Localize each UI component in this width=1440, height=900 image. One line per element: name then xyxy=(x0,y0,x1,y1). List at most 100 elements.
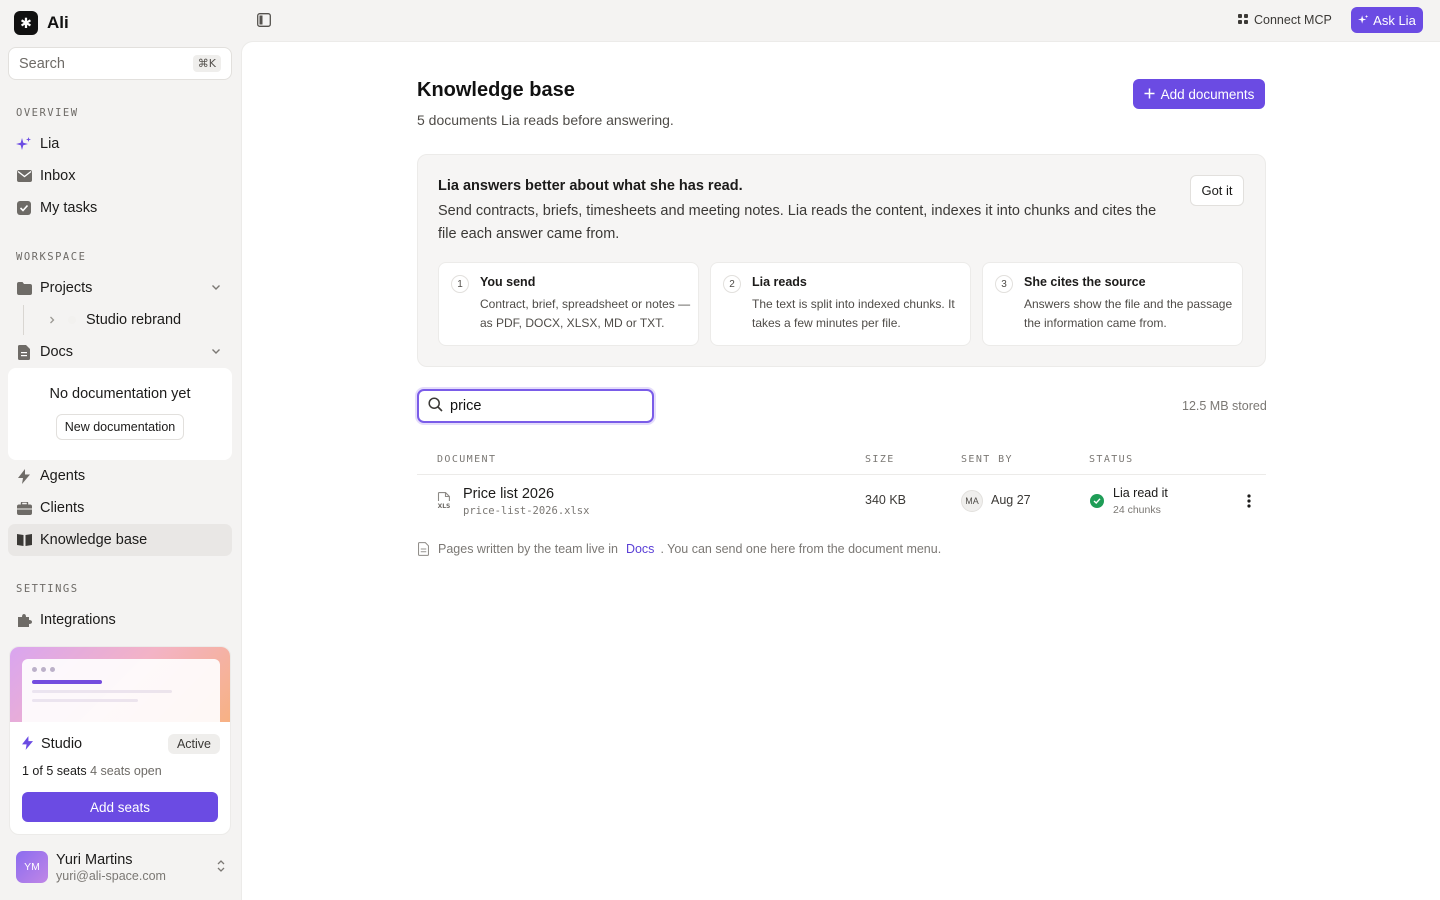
chevron-right-icon[interactable] xyxy=(44,312,60,328)
new-documentation-button[interactable]: New documentation xyxy=(55,414,185,440)
step-card: 1 You send Contract, brief, spreadsheet … xyxy=(438,262,699,346)
plan-seats: 1 of 5 seats 4 seats open xyxy=(22,764,162,778)
add-documents-button[interactable]: Add documents xyxy=(1133,79,1265,109)
step-card: 3 She cites the source Answers show the … xyxy=(982,262,1243,346)
seats-open: 4 seats open xyxy=(90,764,162,778)
docs-empty-state: No documentation yet New documentation xyxy=(8,368,232,460)
plan-status-badge: Active xyxy=(167,734,220,754)
sidebar-item-lia[interactable]: Lia xyxy=(8,128,232,160)
add-seats-button[interactable]: Add seats xyxy=(22,792,218,822)
app-logo-icon: ✱ xyxy=(14,11,38,35)
table-row[interactable]: XLS Price list 2026 price-list-2026.xlsx… xyxy=(417,476,1266,526)
bolt-icon xyxy=(22,735,33,753)
step-title: She cites the source xyxy=(1024,275,1146,289)
status-text: Lia read it xyxy=(1113,486,1168,500)
storage-used: 12.5 MB stored xyxy=(1182,399,1267,413)
sidebar-item-inbox[interactable]: Inbox xyxy=(8,160,232,192)
mail-icon xyxy=(16,168,32,184)
sidebar-item-label: Inbox xyxy=(40,168,76,184)
chevron-down-icon[interactable] xyxy=(210,281,222,297)
plan-card: Studio Active 1 of 5 seats 4 seats open … xyxy=(9,646,231,835)
step-number: 3 xyxy=(995,275,1013,293)
plus-icon xyxy=(1144,87,1155,102)
grid-icon xyxy=(1238,13,1248,27)
sidebar-item-knowledge-base[interactable]: Knowledge base xyxy=(8,524,232,556)
tree-line xyxy=(23,305,24,335)
sidebar-item-studio-rebrand[interactable]: Studio rebrand xyxy=(36,304,232,336)
search-input[interactable]: Search ⌘K xyxy=(8,47,232,80)
document-icon xyxy=(16,344,32,360)
svg-text:XLS: XLS xyxy=(438,503,451,509)
sidebar-item-projects[interactable]: Projects xyxy=(8,272,232,304)
section-label-settings: SETTINGS xyxy=(16,583,79,595)
docs-hint: Pages written by the team live in Docs .… xyxy=(418,542,941,556)
more-vertical-icon[interactable] xyxy=(1243,492,1255,510)
column-header-status[interactable]: STATUS xyxy=(1089,454,1134,465)
add-documents-label: Add documents xyxy=(1160,86,1255,102)
sidebar-item-agents[interactable]: Agents xyxy=(8,460,232,492)
sparkle-icon xyxy=(1358,13,1369,28)
onboarding-card: Lia answers better about what she has re… xyxy=(417,154,1266,367)
table-header: DOCUMENT SIZE SENT BY STATUS xyxy=(417,452,1266,475)
user-menu[interactable]: YM Yuri Martins yuri@ali-space.com xyxy=(16,851,226,883)
sidebar-item-label: Studio rebrand xyxy=(86,312,182,328)
search-placeholder: Search xyxy=(19,55,65,72)
main-content: Knowledge base 5 documents Lia reads bef… xyxy=(241,41,1440,900)
folder-icon xyxy=(16,280,32,296)
sidebar-item-clients[interactable]: Clients xyxy=(8,492,232,524)
sidebar-item-label: Projects xyxy=(40,280,93,296)
step-title: You send xyxy=(480,275,536,289)
sidebar-toggle-icon[interactable] xyxy=(257,13,271,27)
ask-lia-button[interactable]: Ask Lia xyxy=(1351,7,1423,33)
check-circle-icon xyxy=(1090,494,1104,508)
sidebar-item-integrations[interactable]: Integrations xyxy=(8,604,232,636)
document-name[interactable]: Price list 2026 xyxy=(463,486,554,502)
hint-text-before: Pages written by the team live in xyxy=(438,542,618,556)
search-icon xyxy=(428,397,443,415)
document-size: 340 KB xyxy=(865,493,907,507)
onboarding-title: Lia answers better about what she has re… xyxy=(438,178,743,194)
sparkle-icon xyxy=(16,136,32,152)
chevron-down-icon[interactable] xyxy=(210,345,222,361)
step-body: The text is split into indexed chunks. I… xyxy=(752,297,955,330)
connect-mcp-label: Connect MCP xyxy=(1254,13,1332,27)
sender-avatar: MA xyxy=(961,490,983,512)
chunk-count: 24 chunks xyxy=(1113,504,1161,516)
onboarding-body: Send contracts, briefs, timesheets and m… xyxy=(438,203,1157,242)
brand[interactable]: ✱ Ali xyxy=(14,11,69,35)
user-email: yuri@ali-space.com xyxy=(56,868,166,883)
chevron-up-down-icon[interactable] xyxy=(216,859,226,876)
connect-mcp-button[interactable]: Connect MCP xyxy=(1238,11,1332,29)
sidebar-item-label: Docs xyxy=(40,344,74,360)
ask-lia-label: Ask Lia xyxy=(1373,12,1416,28)
sidebar: ✱ Ali Search ⌘K OVERVIEW Lia Inbox My ta… xyxy=(0,0,241,900)
docs-link[interactable]: Docs xyxy=(626,542,654,556)
step-card: 2 Lia reads The text is split into index… xyxy=(710,262,971,346)
briefcase-icon xyxy=(16,500,32,516)
column-header-size[interactable]: SIZE xyxy=(865,454,895,465)
got-it-button[interactable]: Got it xyxy=(1190,175,1244,206)
project-dot-icon xyxy=(64,312,80,328)
sidebar-item-my-tasks[interactable]: My tasks xyxy=(8,192,232,224)
sidebar-item-label: Integrations xyxy=(40,612,116,628)
sidebar-item-docs[interactable]: Docs xyxy=(8,336,232,368)
step-number: 2 xyxy=(723,275,741,293)
document-filter-field[interactable] xyxy=(417,389,654,423)
page-title: Knowledge base xyxy=(417,79,575,101)
search-shortcut: ⌘K xyxy=(192,55,221,72)
column-header-document[interactable]: DOCUMENT xyxy=(437,454,496,465)
page-subtitle: 5 documents Lia reads before answering. xyxy=(417,112,674,128)
step-title: Lia reads xyxy=(752,275,807,289)
hint-text-after: . You can send one here from the documen… xyxy=(660,542,942,556)
sidebar-item-label: Agents xyxy=(40,468,86,484)
document-filter-input[interactable] xyxy=(450,398,640,414)
step-body: Answers show the file and the passage th… xyxy=(1024,297,1233,330)
sidebar-item-label: Lia xyxy=(40,136,60,152)
docs-empty-title: No documentation yet xyxy=(49,386,191,402)
seats-used: 1 of 5 seats xyxy=(22,764,87,778)
column-header-sent-by[interactable]: SENT BY xyxy=(961,454,1013,465)
user-name: Yuri Martins xyxy=(56,851,133,868)
step-number: 1 xyxy=(451,275,469,293)
spreadsheet-file-icon: XLS xyxy=(437,492,451,512)
section-label-overview: OVERVIEW xyxy=(16,107,79,119)
